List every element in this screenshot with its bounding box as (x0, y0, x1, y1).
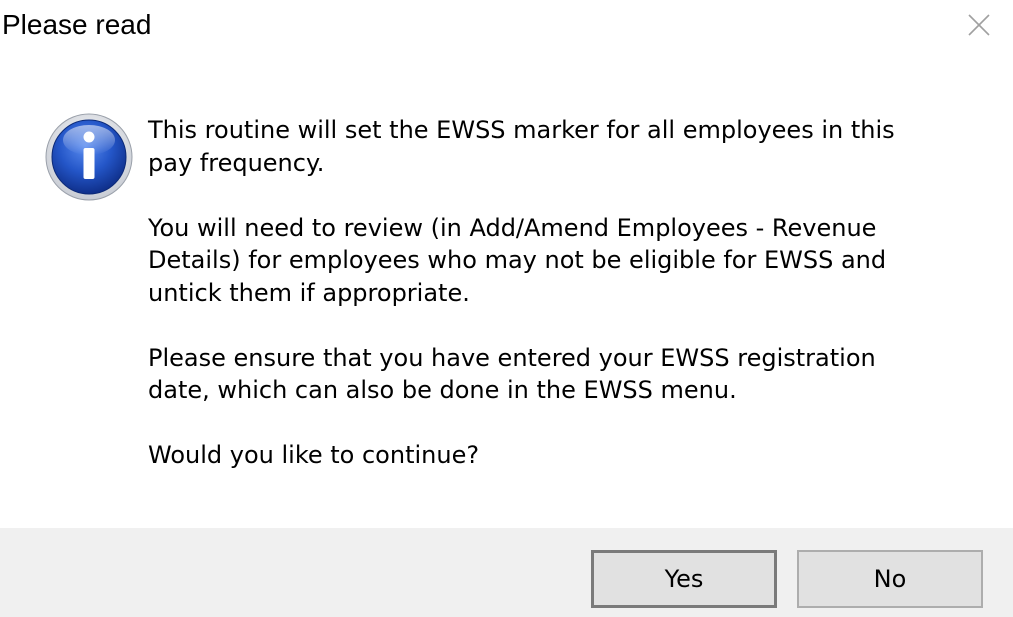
info-icon (44, 112, 134, 202)
question-text: Would you like to continue? (148, 441, 480, 469)
message-line: Details) for employees who may not be el… (148, 246, 887, 274)
message-line: pay frequency. (148, 148, 325, 177)
dialog-content: This routine will set the EWSS marker fo… (0, 56, 1013, 528)
yes-button[interactable]: Yes (591, 550, 777, 608)
message-line: This routine will set the EWSS marker fo… (148, 116, 895, 144)
message-text: This routine will set the EWSS marker fo… (148, 114, 978, 472)
close-icon (968, 14, 990, 36)
message-line: You will need to review (in Add/Amend Em… (148, 213, 877, 242)
button-bar: Yes No (0, 528, 1013, 617)
message-line: date, which can also be done in the EWSS… (148, 376, 737, 404)
message-dialog: Please read This routine will set the EW… (0, 0, 1013, 617)
close-button[interactable] (958, 6, 998, 42)
no-button[interactable]: No (797, 550, 983, 608)
title-bar[interactable]: Please read (0, 0, 1013, 56)
dialog-title: Please read (2, 9, 152, 40)
message-line: Please ensure that you have entered your… (148, 343, 876, 372)
message-line: untick them if appropriate. (148, 278, 470, 307)
